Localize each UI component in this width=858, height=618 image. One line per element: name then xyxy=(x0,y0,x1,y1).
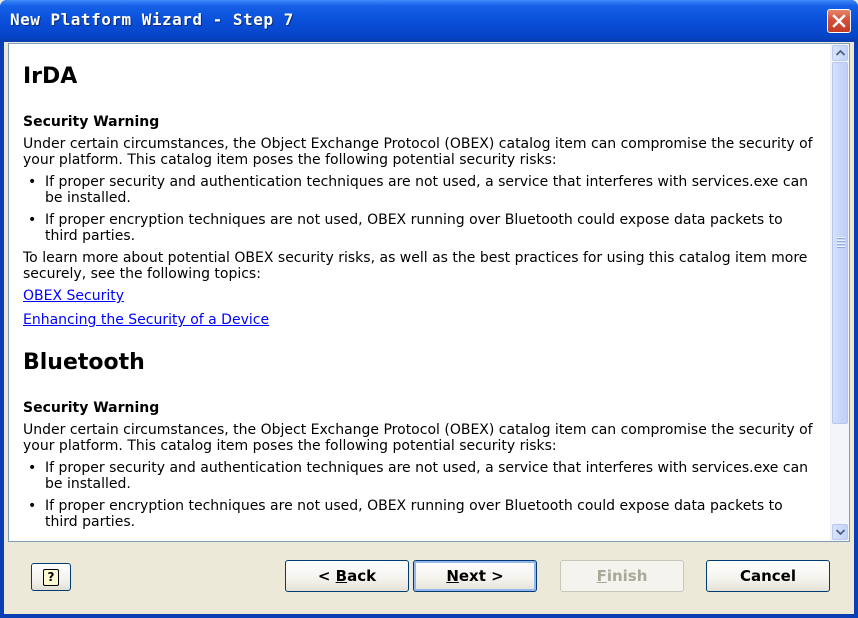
security-warning-intro: Under certain circumstances, the Object … xyxy=(23,422,813,454)
risk-list: • If proper security and authentication t… xyxy=(23,174,817,244)
chevron-down-icon xyxy=(835,529,845,535)
bullet-icon: • xyxy=(28,212,37,228)
window-title: New Platform Wizard - Step 7 xyxy=(10,10,294,29)
wizard-body: IrDA Security Warning Under certain circ… xyxy=(4,42,854,614)
list-item: • If proper security and authentication t… xyxy=(23,460,817,492)
finish-button-label: Finish xyxy=(596,567,648,585)
chevron-up-icon xyxy=(835,50,845,56)
vertical-scrollbar[interactable] xyxy=(830,44,849,541)
grip-icon xyxy=(837,237,845,249)
next-button-label: Next > xyxy=(446,567,504,585)
cancel-button[interactable]: Cancel xyxy=(706,560,830,592)
help-button[interactable]: ? xyxy=(31,563,71,591)
list-item: • If proper encryption techniques are not… xyxy=(23,498,817,530)
risk-text: If proper security and authentication te… xyxy=(45,460,809,492)
risk-text: If proper encryption techniques are not … xyxy=(45,212,783,244)
list-item: • If proper encryption techniques are not… xyxy=(23,212,817,244)
risk-text: If proper security and authentication te… xyxy=(45,174,809,206)
obex-security-link[interactable]: OBEX Security xyxy=(23,288,817,304)
security-warning-heading: Security Warning xyxy=(23,400,160,416)
help-icon: ? xyxy=(43,568,59,586)
next-button[interactable]: Next > xyxy=(413,560,537,592)
close-button[interactable] xyxy=(827,9,851,33)
learn-more-text: To learn more about potential OBEX secur… xyxy=(23,250,808,282)
title-bar[interactable]: New Platform Wizard - Step 7 xyxy=(0,0,858,42)
section-heading-bluetooth: Bluetooth xyxy=(23,350,145,375)
bullet-icon: • xyxy=(28,174,37,190)
enhancing-security-link[interactable]: Enhancing the Security of a Device xyxy=(23,312,817,328)
back-button-label: < Back xyxy=(317,567,377,585)
wizard-window: New Platform Wizard - Step 7 IrDA Securi… xyxy=(0,0,858,618)
content-scroll-area[interactable]: IrDA Security Warning Under certain circ… xyxy=(9,44,831,541)
bullet-icon: • xyxy=(28,498,37,514)
risk-list: • If proper security and authentication t… xyxy=(23,460,817,530)
bullet-icon: • xyxy=(28,460,37,476)
close-icon xyxy=(832,14,846,28)
risk-text: If proper encryption techniques are not … xyxy=(45,498,783,530)
security-warning-heading: Security Warning xyxy=(23,114,160,130)
section-heading-irda: IrDA xyxy=(23,64,78,89)
scroll-up-button[interactable] xyxy=(832,45,848,61)
finish-button[interactable]: Finish xyxy=(560,560,684,592)
list-item: • If proper security and authentication t… xyxy=(23,174,817,206)
scroll-down-button[interactable] xyxy=(832,524,848,540)
security-warning-intro: Under certain circumstances, the Object … xyxy=(23,136,813,168)
back-button[interactable]: < Back xyxy=(285,560,409,592)
content-pane: IrDA Security Warning Under certain circ… xyxy=(8,43,850,542)
scroll-thumb[interactable] xyxy=(832,62,848,424)
